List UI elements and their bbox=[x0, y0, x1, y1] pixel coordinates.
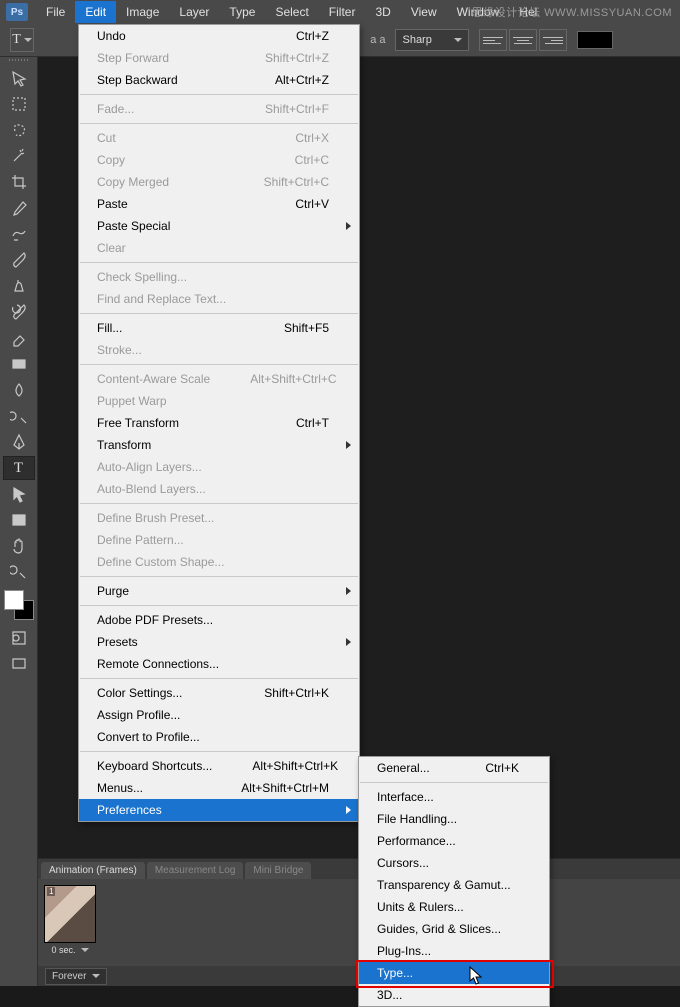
frame-duration[interactable]: 0 sec. bbox=[43, 945, 97, 955]
text-color-swatch[interactable] bbox=[577, 31, 613, 49]
tab-animation[interactable]: Animation (Frames) bbox=[41, 862, 145, 879]
aa-label: a a bbox=[370, 34, 385, 46]
menubar-item-select[interactable]: Select bbox=[265, 1, 318, 23]
edit-menu-clear: Clear bbox=[79, 237, 359, 259]
prefs-menu-plug-ins[interactable]: Plug-Ins... bbox=[359, 940, 549, 962]
edit-menu-transform[interactable]: Transform bbox=[79, 434, 359, 456]
healing-brush-tool[interactable] bbox=[3, 222, 35, 246]
edit-menu-define-custom-shape: Define Custom Shape... bbox=[79, 551, 359, 573]
zoom-tool[interactable] bbox=[3, 560, 35, 584]
prefs-menu-general[interactable]: General...Ctrl+K bbox=[359, 757, 549, 779]
preferences-submenu: General...Ctrl+K Interface...File Handlin… bbox=[358, 756, 550, 1007]
lasso-tool[interactable] bbox=[3, 118, 35, 142]
loop-select[interactable]: Forever bbox=[45, 968, 107, 985]
rectangle-tool[interactable] bbox=[3, 508, 35, 532]
menubar-item-view[interactable]: View bbox=[401, 1, 447, 23]
edit-menu-paste[interactable]: PasteCtrl+V bbox=[79, 193, 359, 215]
gradient-tool[interactable] bbox=[3, 352, 35, 376]
magic-wand-tool[interactable] bbox=[3, 144, 35, 168]
edit-menu-keyboard-shortcuts[interactable]: Keyboard Shortcuts...Alt+Shift+Ctrl+K bbox=[79, 755, 359, 777]
edit-menu-free-transform[interactable]: Free TransformCtrl+T bbox=[79, 412, 359, 434]
edit-menu-auto-align-layers: Auto-Align Layers... bbox=[79, 456, 359, 478]
prefs-menu-performance[interactable]: Performance... bbox=[359, 830, 549, 852]
edit-menu-define-pattern: Define Pattern... bbox=[79, 529, 359, 551]
edit-menu-copy: CopyCtrl+C bbox=[79, 149, 359, 171]
edit-menu-copy-merged: Copy MergedShift+Ctrl+C bbox=[79, 171, 359, 193]
tool-preset-button[interactable]: T bbox=[10, 28, 34, 52]
menubar-item-filter[interactable]: Filter bbox=[319, 1, 366, 23]
prefs-menu-units-rulers[interactable]: Units & Rulers... bbox=[359, 896, 549, 918]
blur-tool[interactable] bbox=[3, 378, 35, 402]
edit-menu-paste-special[interactable]: Paste Special bbox=[79, 215, 359, 237]
menubar-item-file[interactable]: File bbox=[36, 1, 75, 23]
prefs-menu-transparency-gamut[interactable]: Transparency & Gamut... bbox=[359, 874, 549, 896]
prefs-menu-3d[interactable]: 3D... bbox=[359, 984, 549, 1006]
screenmode-tool[interactable] bbox=[3, 652, 35, 676]
menubar-item-3d[interactable]: 3D bbox=[365, 1, 400, 23]
edit-menu-purge[interactable]: Purge bbox=[79, 580, 359, 602]
edit-menu-presets[interactable]: Presets bbox=[79, 631, 359, 653]
edit-menu-check-spelling: Check Spelling... bbox=[79, 266, 359, 288]
edit-menu-puppet-warp: Puppet Warp bbox=[79, 390, 359, 412]
edit-menu-color-settings[interactable]: Color Settings...Shift+Ctrl+K bbox=[79, 682, 359, 704]
clone-stamp-tool[interactable] bbox=[3, 274, 35, 298]
brush-tool[interactable] bbox=[3, 248, 35, 272]
tab-measurement[interactable]: Measurement Log bbox=[147, 862, 244, 879]
path-selection-tool[interactable] bbox=[3, 482, 35, 506]
move-tool[interactable] bbox=[3, 66, 35, 90]
edit-menu-stroke: Stroke... bbox=[79, 339, 359, 361]
edit-menu-dropdown: UndoCtrl+ZStep ForwardShift+Ctrl+ZStep B… bbox=[78, 24, 360, 822]
eraser-tool[interactable] bbox=[3, 326, 35, 350]
menubar-item-type[interactable]: Type bbox=[219, 1, 265, 23]
marquee-tool[interactable] bbox=[3, 92, 35, 116]
edit-menu-assign-profile[interactable]: Assign Profile... bbox=[79, 704, 359, 726]
edit-menu-preferences[interactable]: Preferences bbox=[79, 799, 359, 821]
edit-menu-content-aware-scale: Content-Aware ScaleAlt+Shift+Ctrl+C bbox=[79, 368, 359, 390]
crop-tool[interactable] bbox=[3, 170, 35, 194]
type-tool[interactable]: T bbox=[3, 456, 35, 480]
edit-menu-convert-to-profile[interactable]: Convert to Profile... bbox=[79, 726, 359, 748]
hand-tool[interactable] bbox=[3, 534, 35, 558]
frame-1[interactable]: 1 0 sec. bbox=[43, 885, 97, 955]
edit-menu-define-brush-preset: Define Brush Preset... bbox=[79, 507, 359, 529]
prefs-menu-type[interactable]: Type... bbox=[359, 962, 549, 984]
prefs-menu-guides-grid-slices[interactable]: Guides, Grid & Slices... bbox=[359, 918, 549, 940]
edit-menu-remote-connections[interactable]: Remote Connections... bbox=[79, 653, 359, 675]
align-left-button[interactable] bbox=[479, 29, 507, 51]
frame-thumbnail[interactable]: 1 bbox=[44, 885, 96, 943]
edit-menu-menus[interactable]: Menus...Alt+Shift+Ctrl+M bbox=[79, 777, 359, 799]
edit-menu-find-and-replace-text: Find and Replace Text... bbox=[79, 288, 359, 310]
pen-tool[interactable] bbox=[3, 430, 35, 454]
align-center-button[interactable] bbox=[509, 29, 537, 51]
tab-minibridge[interactable]: Mini Bridge bbox=[245, 862, 311, 879]
align-right-button[interactable] bbox=[539, 29, 567, 51]
watermark-text: 思缘设计论坛 WWW.MISSYUAN.COM bbox=[472, 4, 672, 20]
edit-menu-step-forward: Step ForwardShift+Ctrl+Z bbox=[79, 47, 359, 69]
text-align-group bbox=[479, 29, 567, 51]
prefs-menu-interface[interactable]: Interface... bbox=[359, 786, 549, 808]
edit-menu-fill[interactable]: Fill...Shift+F5 bbox=[79, 317, 359, 339]
edit-menu-fade: Fade...Shift+Ctrl+F bbox=[79, 98, 359, 120]
edit-menu-cut: CutCtrl+X bbox=[79, 127, 359, 149]
tool-panel: T bbox=[0, 56, 38, 986]
quickmask-tool[interactable] bbox=[3, 626, 35, 650]
foreground-color-swatch[interactable] bbox=[4, 590, 24, 610]
history-brush-tool[interactable] bbox=[3, 300, 35, 324]
prefs-menu-file-handling[interactable]: File Handling... bbox=[359, 808, 549, 830]
menubar-item-image[interactable]: Image bbox=[116, 1, 169, 23]
edit-menu-undo[interactable]: UndoCtrl+Z bbox=[79, 25, 359, 47]
eyedropper-tool[interactable] bbox=[3, 196, 35, 220]
panel-grip[interactable] bbox=[0, 56, 37, 64]
edit-menu-step-backward[interactable]: Step BackwardAlt+Ctrl+Z bbox=[79, 69, 359, 91]
edit-menu-auto-blend-layers: Auto-Blend Layers... bbox=[79, 478, 359, 500]
app-logo: Ps bbox=[6, 3, 28, 21]
prefs-menu-cursors[interactable]: Cursors... bbox=[359, 852, 549, 874]
dodge-tool[interactable] bbox=[3, 404, 35, 428]
antialiasing-select[interactable]: Sharp bbox=[395, 29, 469, 51]
fg-bg-color[interactable] bbox=[4, 590, 34, 620]
menubar-item-layer[interactable]: Layer bbox=[169, 1, 219, 23]
menubar-item-edit[interactable]: Edit bbox=[75, 1, 116, 23]
edit-menu-adobe-pdf-presets[interactable]: Adobe PDF Presets... bbox=[79, 609, 359, 631]
